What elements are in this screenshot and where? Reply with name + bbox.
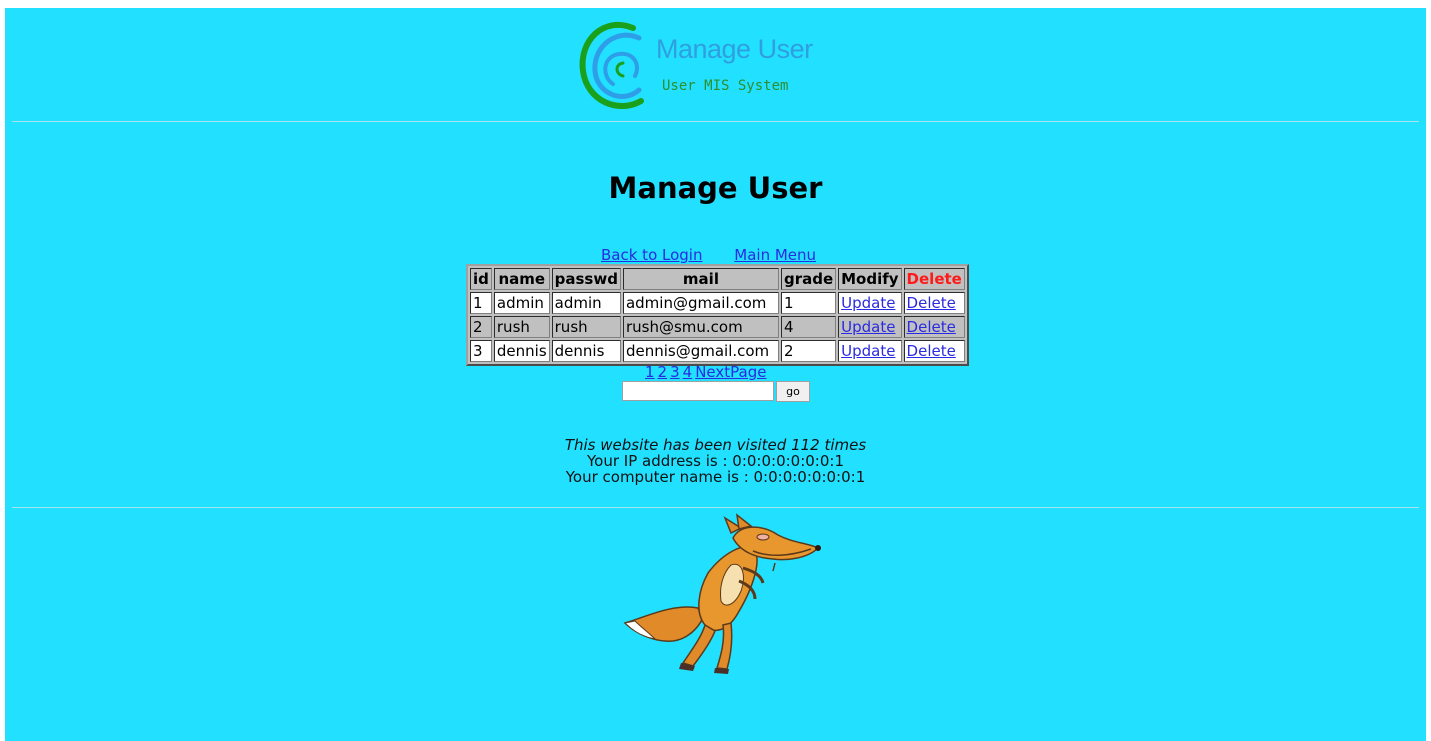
back-to-login-link[interactable]: Back to Login [601,246,702,264]
go-button[interactable]: go [776,381,810,402]
header-name: name [493,268,550,290]
update-link[interactable]: Update [841,342,895,360]
header-mail: mail [622,268,779,290]
cell-mail: dennis@gmail.com [622,340,779,362]
header-id: id [470,268,492,290]
page-link-2[interactable]: 2 [658,363,668,381]
page-link-1[interactable]: 1 [645,363,655,381]
delete-link[interactable]: Delete [907,342,956,360]
fox-illustration [623,513,821,674]
cell-passwd: rush [551,316,621,338]
cell-passwd: dennis [551,340,621,362]
cell-grade: 1 [780,292,837,314]
nav-links: Back to Login Main Menu [601,246,816,264]
cell-delete: Delete [903,340,965,362]
go-to-page-form: go [622,381,810,402]
cell-id: 3 [470,340,492,362]
cell-modify: Update [838,316,902,338]
cell-name: rush [493,316,550,338]
ip-address-text: Your IP address is : 0:0:0:0:0:0:0:1 [586,452,845,470]
table-row: 2 rush rush rush@smu.com 4 Update Delete [470,316,965,338]
cell-mail: admin@gmail.com [622,292,779,314]
cell-passwd: admin [551,292,621,314]
logo-subtitle: User MIS System [662,78,789,94]
header: Manage User User MIS System [5,8,1426,122]
page-number-input[interactable] [622,381,774,401]
cell-mail: rush@smu.com [622,316,779,338]
table-row: 3 dennis dennis dennis@gmail.com 2 Updat… [470,340,965,362]
cell-name: admin [493,292,550,314]
logo-title: Manage User [656,34,813,64]
update-link[interactable]: Update [841,318,895,336]
update-link[interactable]: Update [841,294,895,312]
header-grade: grade [780,268,837,290]
cell-delete: Delete [903,316,965,338]
main-menu-link[interactable]: Main Menu [734,246,816,264]
logo: Manage User User MIS System [573,16,863,116]
table-row: 1 admin admin admin@gmail.com 1 Update D… [470,292,965,314]
page: Manage User User MIS System Manage User … [5,8,1426,741]
delete-link[interactable]: Delete [907,318,956,336]
next-page-link[interactable]: NextPage [695,363,766,381]
cell-grade: 4 [780,316,837,338]
cell-modify: Update [838,340,902,362]
cell-id: 2 [470,316,492,338]
computer-name-text: Your computer name is : 0:0:0:0:0:0:0:1 [565,468,866,486]
divider-top [12,121,1419,122]
visit-count-text: This website has been visited 112 times [564,436,867,454]
cell-delete: Delete [903,292,965,314]
table-header-row: id name passwd mail grade Modify Delete [470,268,965,290]
delete-link[interactable]: Delete [907,294,956,312]
header-modify: Modify [838,268,902,290]
page-title: Manage User [608,171,823,205]
visitor-info: This website has been visited 112 times … [5,437,1426,485]
page-link-3[interactable]: 3 [670,363,680,381]
pagination: 1 2 3 4 NextPage [645,363,769,381]
cell-id: 1 [470,292,492,314]
page-link-4[interactable]: 4 [683,363,693,381]
cell-name: dennis [493,340,550,362]
users-table: id name passwd mail grade Modify Delete … [466,264,969,366]
header-delete: Delete [903,268,965,290]
header-passwd: passwd [551,268,621,290]
cell-grade: 2 [780,340,837,362]
cell-modify: Update [838,292,902,314]
swirl-logo-icon [579,21,644,109]
divider-bottom [12,507,1419,508]
